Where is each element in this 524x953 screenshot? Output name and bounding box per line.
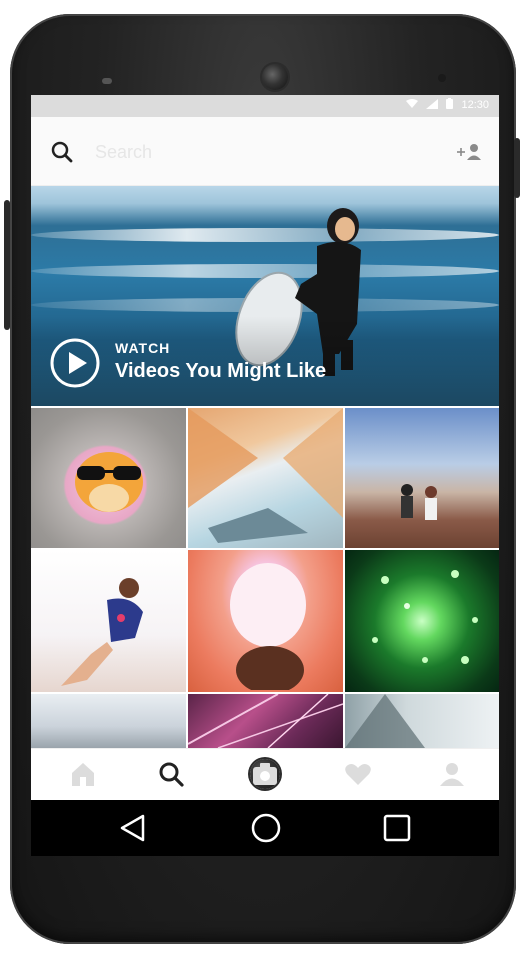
fireworks — [372, 570, 478, 664]
people-on-cliff — [401, 484, 437, 520]
grid-photo[interactable] — [188, 408, 343, 548]
watch-kicker: WATCH — [115, 340, 171, 356]
grid-photo[interactable] — [31, 694, 186, 748]
home-icon[interactable] — [68, 759, 98, 789]
snowy-tree — [345, 694, 425, 748]
back-icon[interactable] — [117, 812, 149, 844]
camera-icon[interactable] — [250, 759, 280, 789]
grid-photo[interactable] — [345, 694, 499, 748]
wifi-icon — [406, 98, 419, 112]
volume-button — [4, 200, 10, 330]
bottom-tab-bar — [31, 748, 499, 800]
child-lifted — [61, 578, 143, 686]
profile-icon[interactable] — [437, 759, 467, 789]
watch-videos-banner[interactable]: WATCH Videos You Might Like — [31, 186, 499, 406]
banner-title: Videos You Might Like — [115, 360, 327, 382]
front-camera — [262, 64, 288, 90]
home-circle-icon[interactable] — [250, 812, 282, 844]
status-time: 12:30 — [461, 99, 489, 111]
grid-photo[interactable] — [31, 550, 186, 692]
power-button — [514, 138, 520, 198]
earpiece-speaker — [102, 78, 112, 84]
grid-photo[interactable] — [188, 694, 343, 748]
grid-photo[interactable] — [188, 550, 343, 692]
grid-photo[interactable] — [31, 408, 186, 548]
grid-photo[interactable] — [345, 550, 499, 692]
status-bar: 12:30 — [31, 95, 499, 117]
app-screen: 12:30 Search WATCH Videos You Might Like — [31, 95, 499, 800]
explore-grid — [31, 408, 499, 748]
search-input[interactable] — [93, 137, 397, 167]
add-person-icon[interactable] — [455, 141, 483, 163]
search-bar — [31, 117, 499, 186]
battery-icon — [446, 98, 454, 112]
recent-apps-icon[interactable] — [381, 812, 413, 844]
grid-photo[interactable] — [345, 408, 499, 548]
search-icon[interactable] — [51, 141, 73, 163]
proximity-sensor — [438, 74, 446, 82]
tent-view — [188, 408, 343, 543]
cat-with-sunglasses — [75, 452, 143, 512]
search-tab-icon[interactable] — [156, 759, 186, 789]
heart-icon[interactable] — [343, 759, 373, 789]
android-nav-bar — [31, 800, 499, 856]
cotton-candy — [230, 563, 306, 690]
light-streaks — [188, 694, 343, 748]
play-icon[interactable] — [49, 337, 101, 389]
signal-icon — [426, 98, 439, 112]
